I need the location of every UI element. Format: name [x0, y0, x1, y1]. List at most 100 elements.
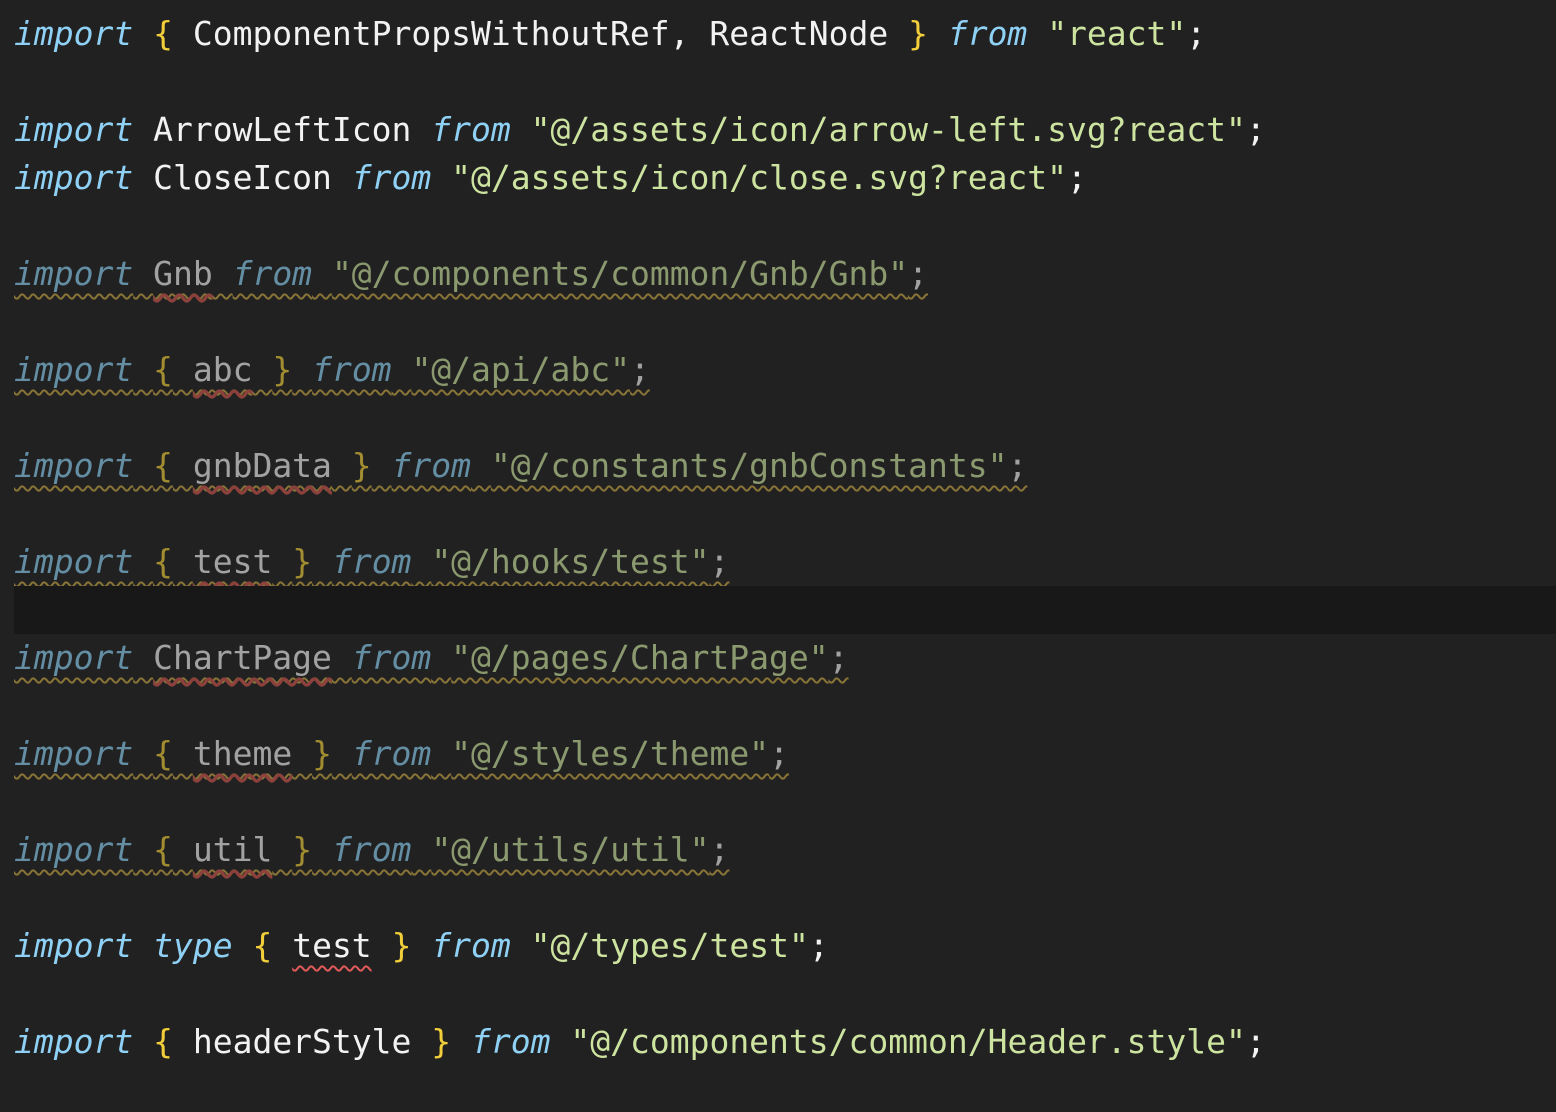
blank-line[interactable]: [0, 490, 1556, 538]
code-line-unused[interactable]: import { test } from "@/hooks/test";: [0, 538, 1556, 586]
import-name: test: [192, 542, 273, 581]
keyword-import: import: [14, 830, 134, 869]
code-line-unused[interactable]: import ChartPage from "@/pages/ChartPage…: [0, 634, 1556, 682]
unused-import-warning: import ChartPage from "@/pages/ChartPage…: [14, 638, 849, 677]
keyword-from: from: [351, 158, 432, 197]
code-line[interactable]: import { ComponentPropsWithoutRef, React…: [0, 10, 1556, 58]
import-name: CloseIcon: [153, 158, 332, 197]
blank-line[interactable]: [0, 682, 1556, 730]
blank-line[interactable]: [0, 202, 1556, 250]
module-path: "@/components/common/Gnb/Gnb": [331, 254, 909, 293]
keyword-from: from: [331, 830, 412, 869]
keyword-from: from: [351, 734, 432, 773]
module-path: "@/assets/icon/close.svg?react": [451, 158, 1068, 197]
brace-open: {: [252, 926, 273, 965]
semicolon: ;: [709, 830, 730, 869]
unused-import-warning: import { util } from "@/utils/util";: [14, 830, 729, 869]
semicolon: ;: [629, 350, 650, 389]
keyword-import: import: [14, 542, 134, 581]
import-name: test: [292, 926, 372, 965]
code-line[interactable]: import ArrowLeftIcon from "@/assets/icon…: [0, 106, 1556, 154]
module-path: "@/assets/icon/arrow-left.svg?react": [530, 110, 1246, 149]
keyword-import: import: [14, 110, 134, 149]
keyword-from: from: [391, 446, 472, 485]
brace-close: }: [908, 14, 928, 53]
semicolon: ;: [1245, 110, 1266, 149]
semicolon: ;: [1007, 446, 1028, 485]
code-line-unused[interactable]: import { util } from "@/utils/util";: [0, 826, 1556, 874]
code-editor[interactable]: import { ComponentPropsWithoutRef, React…: [0, 10, 1556, 1066]
import-name: Gnb: [153, 254, 213, 293]
keyword-from: from: [232, 254, 313, 293]
import-name: ArrowLeftIcon: [153, 110, 412, 149]
keyword-import: import: [14, 158, 134, 197]
unused-import-warning: import { abc } from "@/api/abc";: [14, 350, 650, 389]
import-name: ChartPage: [153, 638, 332, 677]
module-path: "@/hooks/test": [431, 542, 710, 581]
brace-open: {: [153, 14, 173, 53]
blank-line[interactable]: [0, 778, 1556, 826]
import-names: ComponentPropsWithoutRef, ReactNode: [172, 14, 909, 53]
keyword-import: import: [14, 350, 134, 389]
keyword-import: import: [14, 638, 134, 677]
code-line-unused[interactable]: import { theme } from "@/styles/theme";: [0, 730, 1556, 778]
module-path: "@/types/test": [530, 926, 809, 965]
code-line[interactable]: import { headerStyle } from "@/component…: [0, 1018, 1556, 1066]
semicolon: ;: [1186, 14, 1207, 53]
import-name: abc: [192, 350, 253, 389]
semicolon: ;: [908, 254, 928, 293]
import-name: util: [192, 830, 273, 869]
keyword-from: from: [351, 638, 432, 677]
keyword-import: import: [14, 1022, 134, 1061]
keyword-from: from: [331, 542, 412, 581]
blank-line[interactable]: [0, 970, 1556, 1018]
module-path: "@/api/abc": [411, 350, 630, 389]
code-line-unused[interactable]: import { gnbData } from "@/constants/gnb…: [0, 442, 1556, 490]
brace-open: {: [153, 734, 173, 773]
brace-close: }: [272, 350, 293, 389]
code-line[interactable]: import CloseIcon from "@/assets/icon/clo…: [0, 154, 1556, 202]
brace-close: }: [391, 926, 412, 965]
brace-close: }: [292, 830, 313, 869]
unused-import-warning: import { theme } from "@/styles/theme";: [14, 734, 789, 773]
semicolon: ;: [828, 638, 849, 677]
unused-import-warning: import { gnbData } from "@/constants/gnb…: [14, 446, 1027, 485]
brace-open: {: [153, 350, 173, 389]
blank-line[interactable]: [0, 394, 1556, 442]
module-path: "@/components/common/Header.style": [570, 1022, 1246, 1061]
keyword-import: import: [14, 446, 134, 485]
brace-close: }: [312, 734, 332, 773]
unused-import-warning: import Gnb from "@/components/common/Gnb…: [14, 254, 928, 293]
module-path: "@/pages/ChartPage": [451, 638, 829, 677]
brace-open: {: [153, 1022, 173, 1061]
blank-line[interactable]: [0, 58, 1556, 106]
keyword-type: type: [153, 926, 233, 965]
keyword-from: from: [471, 1022, 551, 1061]
import-name: headerStyle: [192, 1022, 412, 1061]
brace-close: }: [431, 1022, 452, 1061]
keyword-from: from: [431, 110, 511, 149]
keyword-import: import: [14, 14, 134, 53]
brace-open: {: [153, 830, 173, 869]
unused-import-warning: import { test } from "@/hooks/test";: [14, 542, 729, 581]
code-line-unused[interactable]: import Gnb from "@/components/common/Gnb…: [0, 250, 1556, 298]
semicolon: ;: [769, 734, 789, 773]
semicolon: ;: [1245, 1022, 1266, 1061]
module-path: "@/constants/gnbConstants": [490, 446, 1008, 485]
blank-line[interactable]: [0, 298, 1556, 346]
blank-line[interactable]: [0, 874, 1556, 922]
keyword-import: import: [14, 926, 134, 965]
current-line-highlight[interactable]: [14, 586, 1556, 634]
brace-close: }: [292, 542, 313, 581]
keyword-import: import: [14, 254, 134, 293]
keyword-from: from: [312, 350, 392, 389]
brace-open: {: [153, 542, 173, 581]
code-line-unused[interactable]: import { abc } from "@/api/abc";: [0, 346, 1556, 394]
code-line[interactable]: import type { test } from "@/types/test"…: [0, 922, 1556, 970]
keyword-from: from: [947, 14, 1028, 53]
module-path: "react": [1047, 14, 1187, 53]
semicolon: ;: [709, 542, 730, 581]
import-name: theme: [192, 734, 293, 773]
module-path: "@/utils/util": [431, 830, 710, 869]
keyword-import: import: [14, 734, 134, 773]
